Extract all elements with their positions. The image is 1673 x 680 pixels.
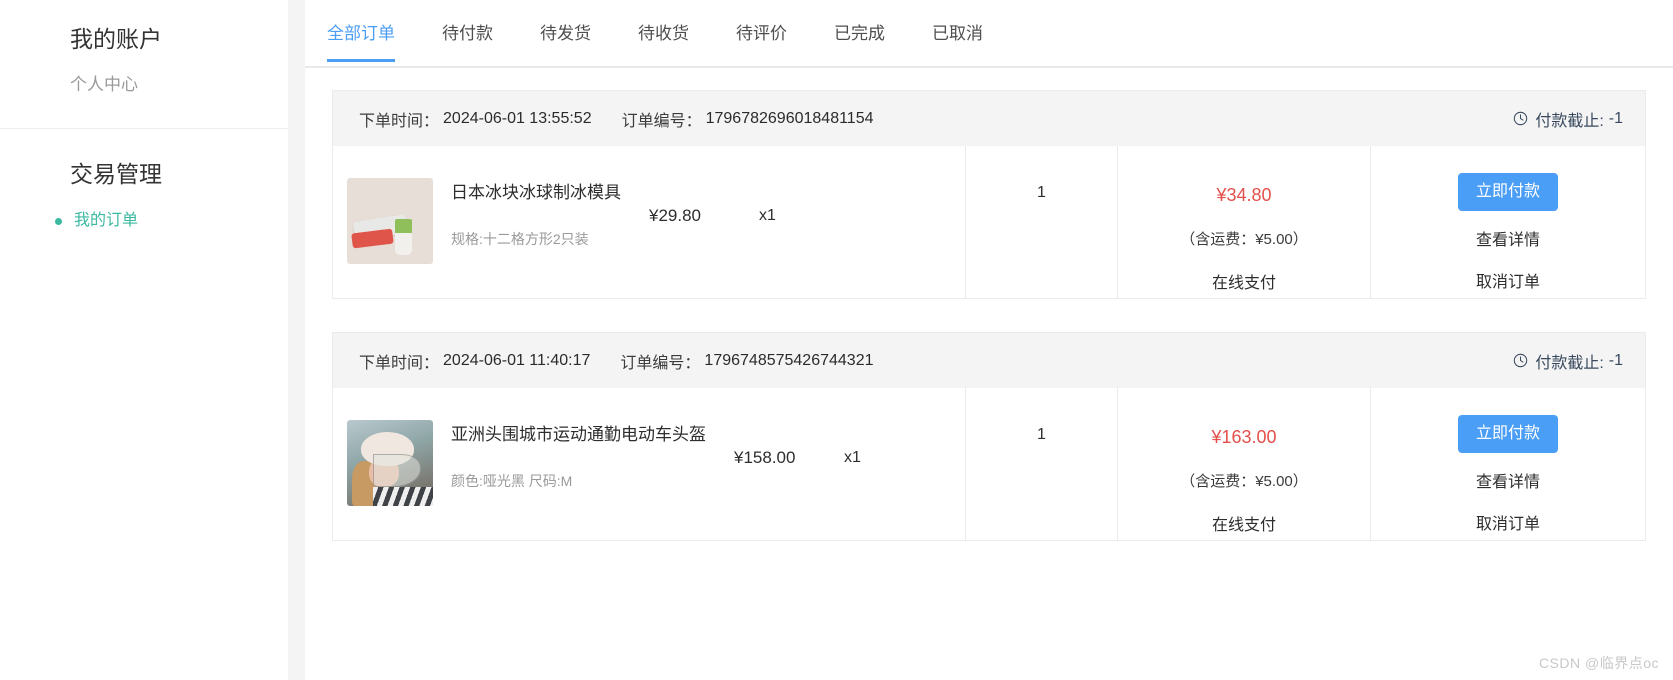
order-header: 下单时间： 2024-06-01 11:40:17 订单编号： 17967485754… [332, 332, 1646, 388]
order-actions-cell: 立即付款查看详情取消订单 [1370, 146, 1645, 298]
tab-5[interactable]: 已完成 [834, 16, 885, 60]
total-amount: ¥163.00 [1211, 427, 1277, 447]
view-detail-link[interactable]: 查看详情 [1476, 229, 1540, 253]
order-time-label: 下单时间： [359, 112, 440, 130]
sidebar-account-title: 我的账户 [70, 26, 162, 52]
pay-now-button[interactable]: 立即付款 [1457, 415, 1558, 453]
order-card: 下单时间： 2024-06-01 13:55:52 订单编号： 17967826960… [332, 90, 1646, 299]
item-count-cell: 1 [965, 146, 1117, 298]
quantity-multiplier: x1 [844, 449, 861, 466]
order-list: 下单时间： 2024-06-01 13:55:52 订单编号： 17967826960… [305, 68, 1673, 541]
sidebar-section-account: 我的账户 个人中心 [0, 10, 288, 129]
unit-price: ¥158.00 [734, 448, 796, 467]
deadline-label: 付款截止: [1535, 354, 1604, 372]
clock-icon-svg [1514, 111, 1528, 126]
quantity-multiplier: x1 [759, 207, 776, 224]
tab-2[interactable]: 待发货 [540, 16, 591, 60]
order-body: 亚洲头围城市运动通勤电动车头盔 颜色:哑光黑 尺码:M ¥158.00 x1 1 ¥163… [333, 388, 1645, 540]
sidebar-item-my-orders[interactable]: 我的订单 [0, 209, 288, 233]
deadline-value: -1 [1608, 351, 1623, 369]
shipping-fee: （含运费：¥5.00） [1180, 231, 1308, 248]
unit-price: ¥29.80 [649, 206, 701, 225]
product-info: 亚洲头围城市运动通勤电动车头盔颜色:哑光黑 尺码:M [433, 410, 706, 518]
order-time-value: 2024-06-01 11:40:17 [443, 351, 591, 369]
bullet-icon [55, 217, 62, 225]
order-no-value: 1796782696018481154 [705, 109, 874, 127]
deadline-value: -1 [1608, 109, 1623, 127]
order-status-tabs: 全部订单 待付款 待发货 待收货 待评价 已完成 已取消 [305, 0, 1673, 68]
product-name[interactable]: 日本冰块冰球制冰模具 [451, 180, 621, 206]
clock-icon [1513, 111, 1528, 126]
cancel-order-link[interactable]: 取消订单 [1476, 513, 1540, 537]
pay-now-button[interactable]: 立即付款 [1457, 173, 1558, 211]
sidebar-item-label: 我的订单 [74, 212, 139, 229]
total-amount: ¥34.80 [1216, 185, 1272, 205]
sidebar-item-personal-center[interactable]: 个人中心 [0, 72, 288, 98]
product-info: 日本冰块冰球制冰模具规格:十二格方形2只装 [433, 168, 621, 276]
payment-method: 在线支付 [1211, 275, 1276, 292]
sidebar-gutter [288, 0, 305, 680]
sidebar-section-trade: 交易管理 我的订单 [0, 129, 288, 255]
tab-6[interactable]: 已取消 [932, 16, 983, 60]
product-thumbnail[interactable] [347, 178, 433, 264]
payment-method: 在线支付 [1211, 517, 1276, 534]
order-body: 日本冰块冰球制冰模具规格:十二格方形2只装 ¥29.80 x1 1 ¥34.80 （含运费… [333, 146, 1645, 298]
shipping-fee: （含运费：¥5.00） [1180, 473, 1308, 490]
product-thumbnail[interactable] [347, 420, 433, 506]
order-no-label: 订单编号： [620, 354, 701, 372]
clock-icon-svg [1514, 353, 1528, 368]
sidebar: 我的账户 个人中心 交易管理 我的订单 [0, 0, 288, 680]
order-card: 下单时间： 2024-06-01 11:40:17 订单编号： 17967485754… [332, 332, 1646, 541]
order-actions-cell: 立即付款查看详情取消订单 [1370, 388, 1645, 540]
tab-0[interactable]: 全部订单 [327, 16, 395, 62]
view-detail-link[interactable]: 查看详情 [1476, 471, 1540, 495]
item-count-cell: 1 [965, 388, 1117, 540]
order-time-label: 下单时间： [359, 354, 440, 372]
tab-1[interactable]: 待付款 [442, 16, 493, 60]
watermark: CSDN @临界点oc [1538, 655, 1659, 671]
product-cell: 日本冰块冰球制冰模具规格:十二格方形2只装 ¥29.80 x1 [333, 146, 965, 298]
product-spec: 颜色:哑光黑 尺码:M [451, 473, 573, 489]
payment-deadline: 付款截止: -1 [1513, 349, 1623, 373]
product-cell: 亚洲头围城市运动通勤电动车头盔颜色:哑光黑 尺码:M ¥158.00 x1 [333, 388, 965, 540]
main-content: 全部订单 待付款 待发货 待收货 待评价 已完成 已取消 下单时间： 2024-06-01 1… [305, 0, 1673, 680]
tab-3[interactable]: 待收货 [638, 16, 689, 60]
order-total-cell: ¥163.00 （含运费：¥5.00） 在线支付 [1117, 388, 1370, 540]
sidebar-trade-title: 交易管理 [70, 161, 162, 187]
product-name[interactable]: 亚洲头围城市运动通勤电动车头盔 [451, 422, 706, 448]
product-spec: 规格:十二格方形2只装 [451, 231, 589, 247]
payment-deadline: 付款截止: -1 [1513, 107, 1623, 131]
order-list-page: 我的账户 个人中心 交易管理 我的订单 全部订单 待付款 待发货 待收货 待评价 已完成 已… [0, 0, 1673, 680]
cancel-order-link[interactable]: 取消订单 [1476, 271, 1540, 295]
order-header: 下单时间： 2024-06-01 13:55:52 订单编号： 17967826960… [332, 90, 1646, 146]
tab-4[interactable]: 待评价 [736, 16, 787, 60]
order-no-value: 1796748575426744321 [704, 351, 874, 369]
deadline-label: 付款截止: [1535, 112, 1604, 130]
clock-icon [1513, 353, 1528, 368]
order-total-cell: ¥34.80 （含运费：¥5.00） 在线支付 [1117, 146, 1370, 298]
order-time-value: 2024-06-01 13:55:52 [443, 109, 592, 127]
order-no-label: 订单编号： [621, 112, 702, 130]
